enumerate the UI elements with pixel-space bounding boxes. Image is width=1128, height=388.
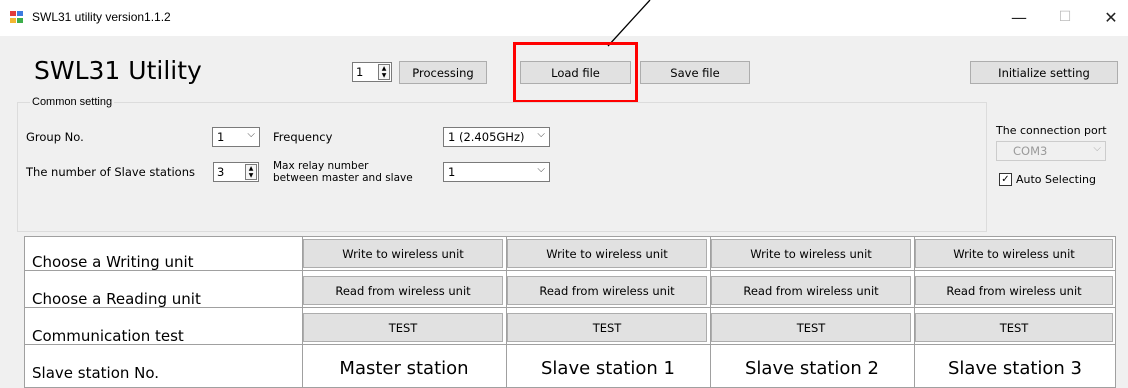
spinner-arrows-icon[interactable]: ▲ ▼: [378, 64, 390, 80]
processing-button[interactable]: Processing: [399, 61, 487, 84]
read-slave2-button[interactable]: Read from wireless unit: [711, 276, 911, 305]
connection-port-select[interactable]: COM3 ⌵: [996, 141, 1106, 161]
read-slave3-button[interactable]: Read from wireless unit: [915, 276, 1113, 305]
frequency-label: Frequency: [273, 130, 333, 144]
minimize-button[interactable]: —: [996, 0, 1042, 34]
slave-count-value: 3: [217, 165, 225, 179]
stepper-value: 1: [356, 65, 364, 79]
test-slave2-button[interactable]: TEST: [711, 313, 911, 342]
max-relay-select[interactable]: 1 ⌵: [443, 162, 550, 182]
group-no-select[interactable]: 1 ⌵: [212, 127, 260, 147]
chevron-down-icon: ⌵: [537, 129, 545, 140]
grid-divider: [25, 344, 1115, 345]
row-label-writing: Choose a Writing unit: [32, 253, 194, 271]
frequency-value: 1 (2.405GHz): [448, 130, 525, 144]
close-button[interactable]: ✕: [1088, 0, 1128, 34]
write-slave3-button[interactable]: Write to wireless unit: [915, 239, 1113, 268]
maximize-button[interactable]: ☐: [1042, 0, 1088, 34]
connection-port-value: COM3: [1013, 144, 1048, 158]
slave-count-stepper[interactable]: 3 ▲ ▼: [213, 162, 259, 182]
station-slave-2: Slave station 2: [744, 358, 880, 379]
auto-select-checkbox[interactable]: ✓: [999, 173, 1012, 186]
title-bar: SWL31 utility version1.1.2 — ☐ ✕: [0, 0, 1128, 36]
test-slave3-button[interactable]: TEST: [915, 313, 1113, 342]
window-title: SWL31 utility version1.1.2: [32, 10, 171, 24]
processing-count-stepper[interactable]: 1 ▲ ▼: [352, 62, 392, 82]
group-no-label: Group No.: [26, 130, 84, 144]
station-master: Master station: [339, 358, 469, 379]
app-window-icon: [10, 11, 24, 24]
frequency-select[interactable]: 1 (2.405GHz) ⌵: [443, 127, 550, 147]
row-label-reading: Choose a Reading unit: [32, 290, 201, 308]
load-file-highlight-box: [513, 42, 638, 103]
max-relay-label-line2: between master and slave: [273, 172, 413, 184]
save-file-button[interactable]: Save file: [640, 61, 750, 84]
read-slave1-button[interactable]: Read from wireless unit: [507, 276, 707, 305]
write-slave2-button[interactable]: Write to wireless unit: [711, 239, 911, 268]
row-label-station: Slave station No.: [32, 364, 160, 382]
max-relay-label-line1: Max relay number: [273, 160, 369, 172]
spinner-arrows-icon[interactable]: ▲ ▼: [245, 164, 257, 180]
group-no-value: 1: [217, 130, 225, 144]
station-slave-1: Slave station 1: [540, 358, 676, 379]
close-icon: ✕: [1104, 7, 1118, 27]
auto-select-label: Auto Selecting: [1016, 173, 1096, 186]
maximize-icon: ☐: [1058, 9, 1072, 25]
chevron-down-icon: ⌵: [537, 164, 545, 175]
test-master-button[interactable]: TEST: [303, 313, 503, 342]
chevron-down-icon: ⌵: [247, 129, 255, 140]
chevron-down-icon: ⌵: [1093, 143, 1101, 154]
minimize-icon: —: [1011, 7, 1027, 27]
connection-port-label: The connection port: [996, 124, 1107, 137]
checkmark-icon: ✓: [1001, 174, 1010, 185]
test-slave1-button[interactable]: TEST: [507, 313, 707, 342]
app-title: SWL31 Utility: [34, 56, 202, 85]
read-master-button[interactable]: Read from wireless unit: [303, 276, 503, 305]
slave-count-label: The number of Slave stations: [26, 165, 195, 179]
max-relay-value: 1: [448, 165, 456, 179]
common-setting-title: Common setting: [30, 96, 115, 108]
row-label-communication: Communication test: [32, 327, 184, 345]
write-slave1-button[interactable]: Write to wireless unit: [507, 239, 707, 268]
write-master-button[interactable]: Write to wireless unit: [303, 239, 503, 268]
station-slave-3: Slave station 3: [947, 358, 1083, 379]
initialize-setting-button[interactable]: Initialize setting: [970, 61, 1118, 84]
